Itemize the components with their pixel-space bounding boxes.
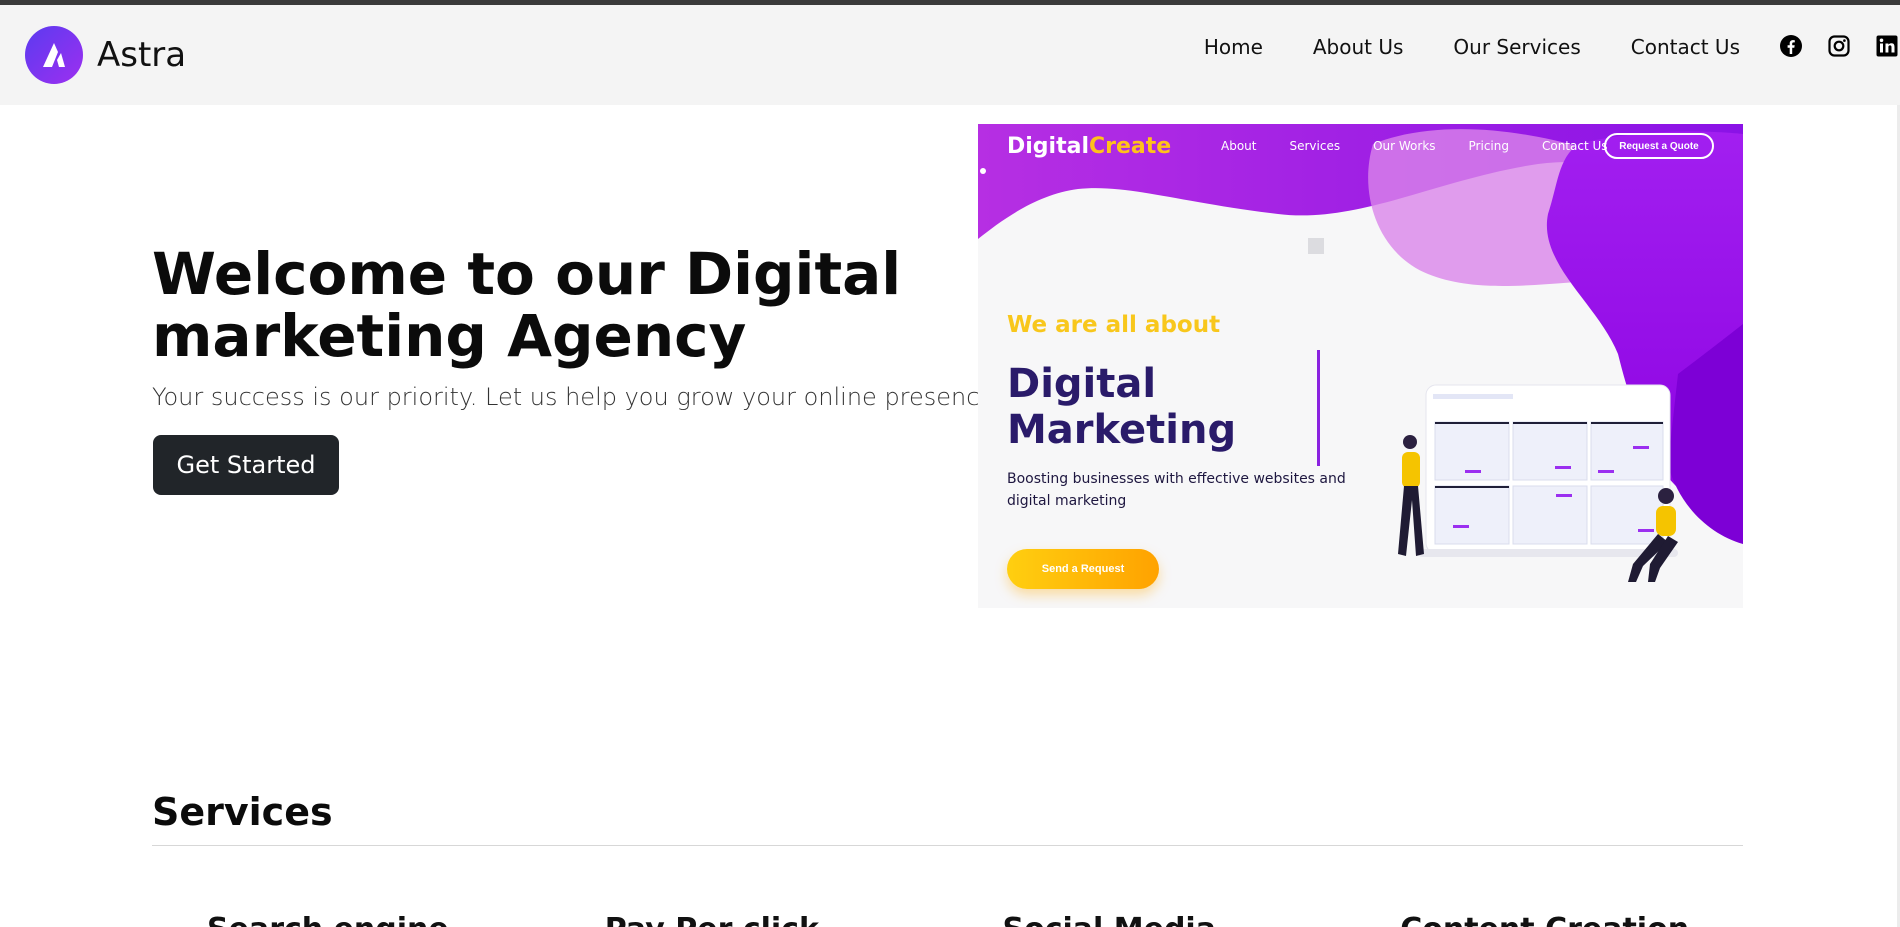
astra-logo-icon xyxy=(25,26,83,84)
services-divider xyxy=(152,845,1743,846)
social-links xyxy=(1778,33,1900,59)
service-search-engine: Search engine xyxy=(152,912,550,927)
mock-accent-bar xyxy=(1317,350,1320,466)
get-started-button[interactable]: Get Started xyxy=(153,435,339,495)
mock-brand-main: Digital xyxy=(1007,134,1089,159)
mock-description: Boosting businesses with effective websi… xyxy=(1007,471,1346,509)
mock-request-quote-button: Request a Quote xyxy=(1604,133,1714,159)
mock-brand-accent: Create xyxy=(1089,134,1172,159)
mock-decor-square xyxy=(1308,238,1324,254)
hero-image: DigitalCreate About Services Our Works P… xyxy=(978,124,1743,608)
services-list: Search engine Pay Per click Social Media… xyxy=(152,912,1743,927)
services-title: Services xyxy=(152,790,333,834)
hero-title: Welcome to our Digital marketing Agency xyxy=(152,240,902,370)
facebook-icon[interactable] xyxy=(1778,33,1804,59)
mock-headline: Digital Marketing xyxy=(1007,361,1237,453)
nav-home[interactable]: Home xyxy=(1204,35,1263,59)
nav-contact-us[interactable]: Contact Us xyxy=(1631,35,1740,59)
mock-send-request-button: Send a Request xyxy=(1007,549,1159,589)
mock-nav-contact-us: Contact Us xyxy=(1541,139,1608,153)
service-content-creation: Content Creation xyxy=(1345,912,1743,927)
mock-nav-pricing: Pricing xyxy=(1468,139,1509,153)
linkedin-icon[interactable] xyxy=(1874,33,1900,59)
nav-about-us[interactable]: About Us xyxy=(1313,35,1404,59)
site-header: Astra Home About Us Our Services Contact… xyxy=(0,5,1900,105)
service-pay-per-click: Pay Per click xyxy=(550,912,948,927)
service-social-media: Social Media xyxy=(948,912,1346,927)
brand-name: Astra xyxy=(97,35,187,75)
hero-subtitle: Your success is our priority. Let us hel… xyxy=(152,383,1002,411)
mock-brand-logo: DigitalCreate xyxy=(1007,134,1171,159)
mock-tagline: We are all about xyxy=(1007,312,1221,338)
main-nav: Home About Us Our Services Contact Us xyxy=(1204,35,1740,59)
mock-nav-about: About xyxy=(1221,139,1257,153)
mock-nav: About Services Our Works Pricing Contact… xyxy=(1221,139,1608,153)
nav-our-services[interactable]: Our Services xyxy=(1453,35,1580,59)
instagram-icon[interactable] xyxy=(1826,33,1852,59)
brand-link[interactable]: Astra xyxy=(25,26,186,84)
mock-nav-our-works: Our Works xyxy=(1373,139,1436,153)
mock-nav-services: Services xyxy=(1289,139,1341,153)
